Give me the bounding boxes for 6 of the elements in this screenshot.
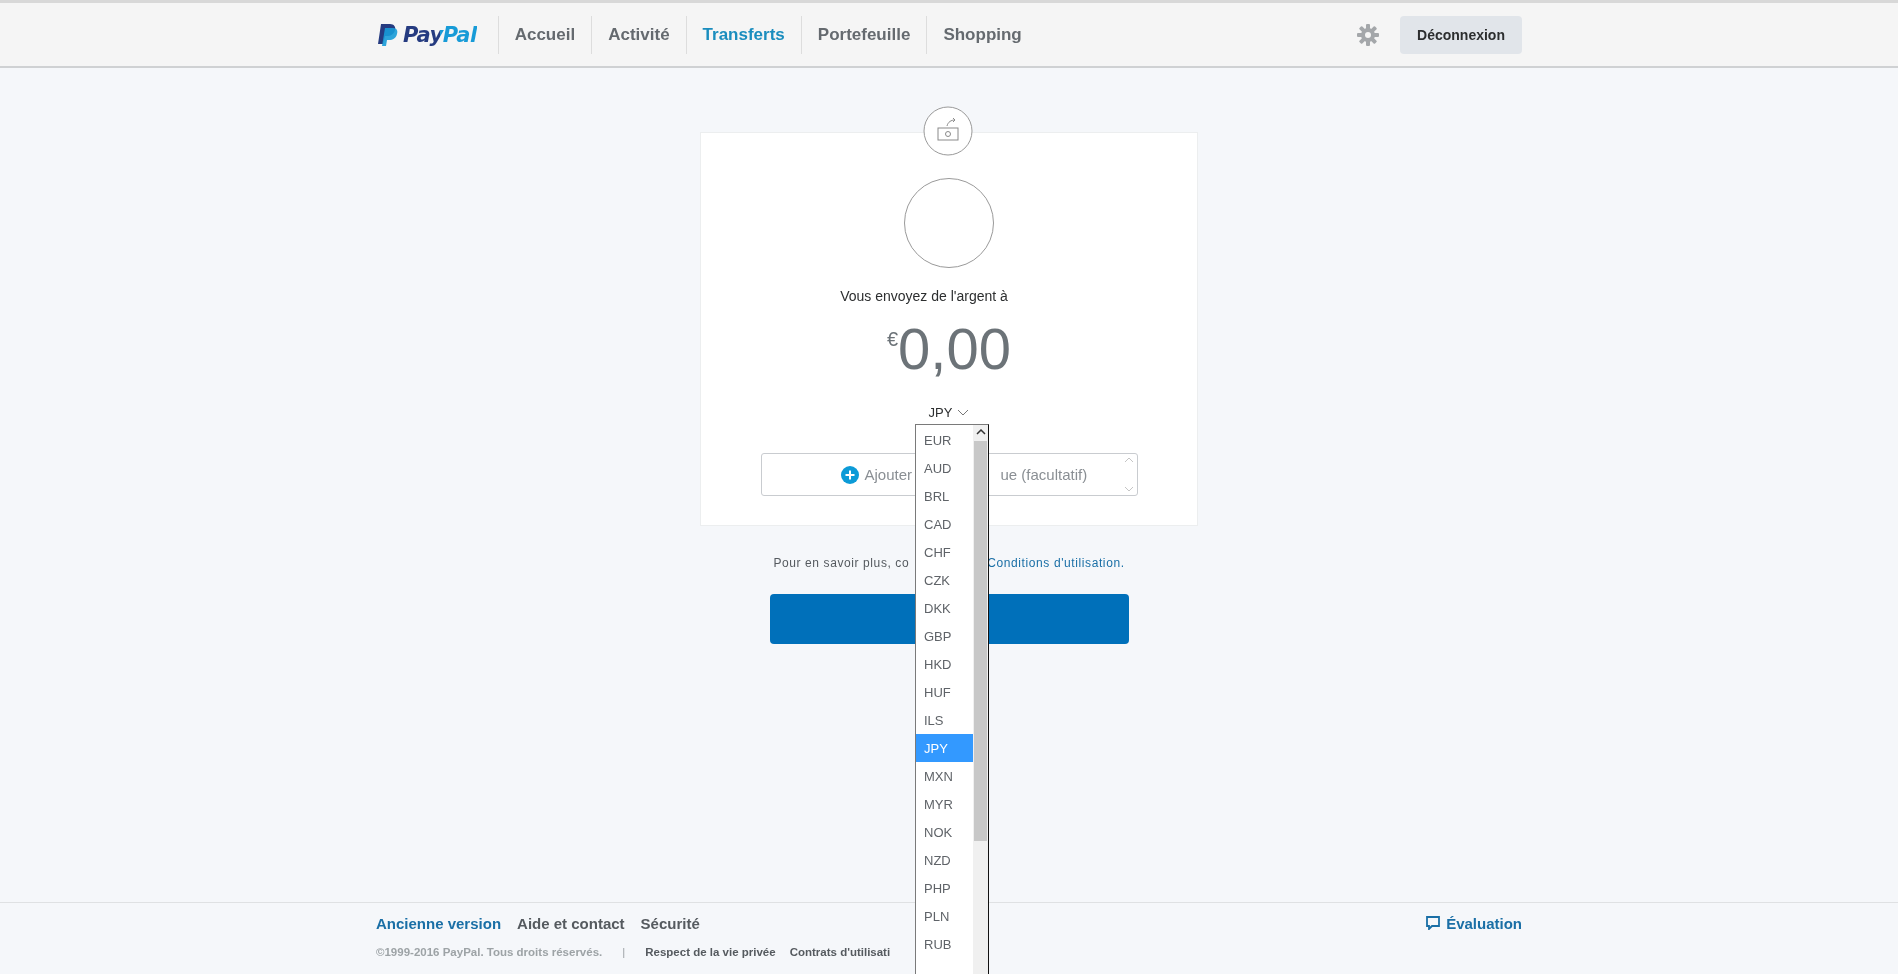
- terms-text: Pour en savoir plus, co: [773, 556, 910, 570]
- copyright-text: ©1999-2016 PayPal. Tous droits réservés.: [376, 946, 603, 958]
- separator-text: |: [622, 946, 626, 958]
- recipient-text: Vous envoyez de l'argent à: [840, 288, 1008, 304]
- currency-symbol: €: [887, 328, 899, 350]
- amount-value: 0,00: [898, 316, 1011, 382]
